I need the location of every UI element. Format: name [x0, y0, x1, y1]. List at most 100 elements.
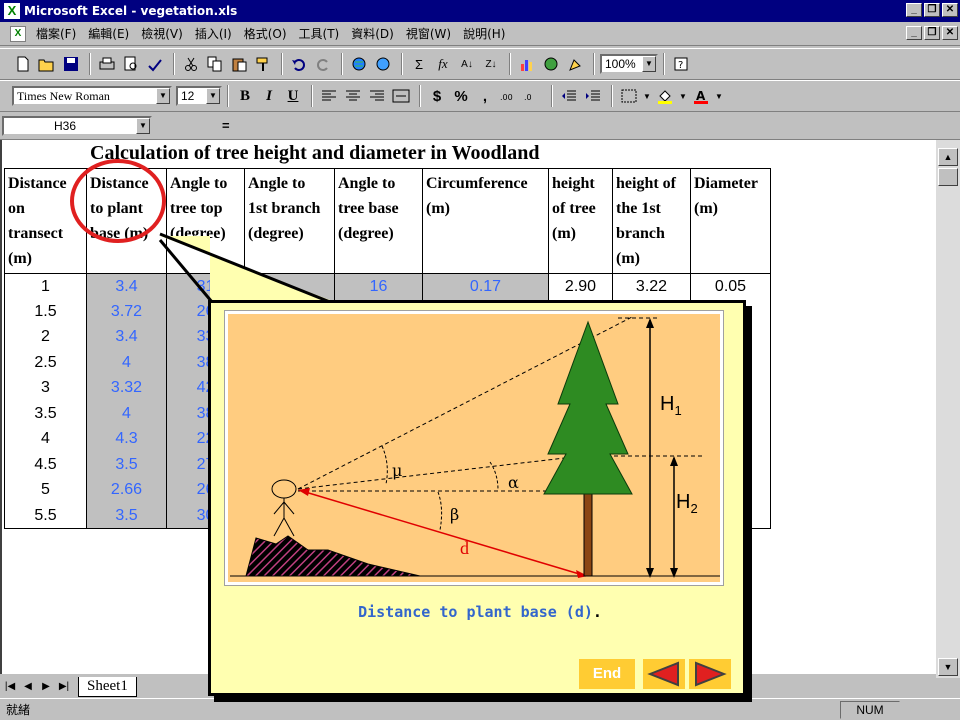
menu-file[interactable]: 檔案(F) — [30, 25, 82, 42]
spelling-icon[interactable] — [144, 53, 166, 75]
header-distance-plant-base[interactable]: Distance to plant base (m) — [86, 168, 167, 274]
increase-decimal-icon[interactable]: .00 — [498, 85, 520, 107]
cut-icon[interactable] — [180, 53, 202, 75]
next-button[interactable] — [689, 659, 731, 689]
table-cell[interactable]: 4 — [86, 401, 167, 427]
print-preview-icon[interactable] — [120, 53, 142, 75]
align-center-icon[interactable] — [342, 85, 364, 107]
header-first-branch-height[interactable]: height of the 1st branch (m) — [612, 168, 691, 274]
table-cell[interactable]: 3.32 — [86, 375, 167, 401]
table-cell[interactable]: 0.05 — [690, 273, 771, 299]
italic-button[interactable]: I — [258, 85, 280, 107]
table-cell[interactable]: 2.90 — [548, 273, 613, 299]
next-sheet-icon[interactable]: ▶ — [38, 679, 54, 695]
paste-icon[interactable] — [228, 53, 250, 75]
menu-window[interactable]: 視窗(W) — [400, 25, 457, 42]
zoom-select[interactable]: 100% ▼ — [600, 54, 658, 74]
doc-restore-button[interactable]: ❐ — [924, 26, 940, 40]
end-button[interactable]: End — [579, 659, 635, 689]
chevron-down-icon[interactable]: ▼ — [714, 85, 724, 107]
table-cell[interactable]: 1 — [4, 273, 87, 299]
font-color-icon[interactable]: A — [690, 85, 712, 107]
table-cell[interactable]: 3.5 — [86, 503, 167, 529]
align-left-icon[interactable] — [318, 85, 340, 107]
table-cell[interactable]: 5 — [4, 477, 87, 503]
decrease-indent-icon[interactable] — [558, 85, 580, 107]
table-cell[interactable]: 5.5 — [4, 503, 87, 529]
comma-button[interactable]: , — [474, 85, 496, 107]
chevron-down-icon[interactable]: ▼ — [642, 56, 656, 72]
chart-wizard-icon[interactable] — [516, 53, 538, 75]
doc-close-button[interactable]: ✕ — [942, 26, 958, 40]
table-cell[interactable]: 0.17 — [422, 273, 549, 299]
bold-button[interactable]: B — [234, 85, 256, 107]
header-tree-height[interactable]: height of tree (m) — [548, 168, 613, 274]
close-button[interactable]: ✕ — [942, 3, 958, 17]
function-icon[interactable]: fx — [432, 53, 454, 75]
redo-icon[interactable] — [312, 53, 334, 75]
chevron-down-icon[interactable]: ▼ — [206, 88, 220, 104]
table-cell[interactable]: 1.5 — [4, 299, 87, 325]
table-cell[interactable]: 31 — [166, 273, 245, 299]
table-cell[interactable]: 3.22 — [612, 273, 691, 299]
header-circumference[interactable]: Circumference (m) — [422, 168, 549, 274]
previous-button[interactable] — [643, 659, 685, 689]
font-select[interactable]: Times New Roman ▼ — [12, 86, 172, 106]
vertical-scrollbar[interactable]: ▲ ▼ — [936, 140, 960, 678]
table-cell[interactable]: 3.4 — [86, 273, 167, 299]
table-cell[interactable]: 2 — [4, 324, 87, 350]
format-painter-icon[interactable] — [252, 53, 274, 75]
percent-button[interactable]: % — [450, 85, 472, 107]
copy-icon[interactable] — [204, 53, 226, 75]
first-sheet-icon[interactable]: |◀ — [2, 679, 18, 695]
doc-minimize-button[interactable]: _ — [906, 26, 922, 40]
table-cell[interactable]: 3.5 — [4, 401, 87, 427]
undo-icon[interactable] — [288, 53, 310, 75]
restore-button[interactable]: ❐ — [924, 3, 940, 17]
minimize-button[interactable]: _ — [906, 3, 922, 17]
drawing-icon[interactable] — [564, 53, 586, 75]
header-diameter[interactable]: Diameter (m) — [690, 168, 771, 274]
sheet-tab-sheet1[interactable]: Sheet1 — [78, 677, 137, 697]
scroll-down-icon[interactable]: ▼ — [938, 658, 958, 676]
borders-icon[interactable] — [618, 85, 640, 107]
print-icon[interactable] — [96, 53, 118, 75]
last-sheet-icon[interactable]: ▶| — [56, 679, 72, 695]
menu-edit[interactable]: 編輯(E) — [82, 25, 135, 42]
hyperlink-icon[interactable] — [372, 53, 394, 75]
map-icon[interactable] — [540, 53, 562, 75]
workbook-icon[interactable]: X — [10, 25, 26, 42]
table-cell[interactable]: 4.5 — [4, 452, 87, 478]
table-cell[interactable]: 2.5 — [4, 350, 87, 376]
currency-button[interactable]: $ — [426, 85, 448, 107]
name-box[interactable]: H36 ▼ — [2, 115, 152, 136]
autosum-icon[interactable]: Σ — [408, 53, 430, 75]
office-assistant-icon[interactable]: ? — [670, 53, 692, 75]
menu-insert[interactable]: 插入(I) — [189, 25, 238, 42]
sort-descending-icon[interactable]: Z↓ — [480, 53, 502, 75]
chevron-down-icon[interactable]: ▼ — [156, 88, 170, 104]
menu-tools[interactable]: 工具(T) — [293, 25, 346, 42]
header-distance-transect[interactable]: Distance on transect (m) — [4, 168, 87, 274]
prev-sheet-icon[interactable]: ◀ — [20, 679, 36, 695]
table-cell[interactable] — [244, 273, 335, 299]
header-angle-tree-top[interactable]: Angle to tree top (degree) — [166, 168, 245, 274]
header-angle-first-branch[interactable]: Angle to 1st branch (degree) — [244, 168, 335, 274]
menu-format[interactable]: 格式(O) — [238, 25, 293, 42]
save-icon[interactable] — [60, 53, 82, 75]
menu-data[interactable]: 資料(D) — [345, 25, 400, 42]
chevron-down-icon[interactable]: ▼ — [678, 85, 688, 107]
table-cell[interactable]: 3.4 — [86, 324, 167, 350]
new-icon[interactable] — [12, 53, 34, 75]
fill-color-icon[interactable] — [654, 85, 676, 107]
sort-ascending-icon[interactable]: A↓ — [456, 53, 478, 75]
table-cell[interactable]: 3.5 — [86, 452, 167, 478]
table-cell[interactable]: 4.3 — [86, 426, 167, 452]
header-angle-tree-base[interactable]: Angle to tree base (degree) — [334, 168, 423, 274]
chevron-down-icon[interactable]: ▼ — [642, 85, 652, 107]
table-cell[interactable]: 4 — [86, 350, 167, 376]
web-icon[interactable] — [348, 53, 370, 75]
merge-center-icon[interactable] — [390, 85, 412, 107]
open-icon[interactable] — [36, 53, 58, 75]
table-cell[interactable]: 2.66 — [86, 477, 167, 503]
